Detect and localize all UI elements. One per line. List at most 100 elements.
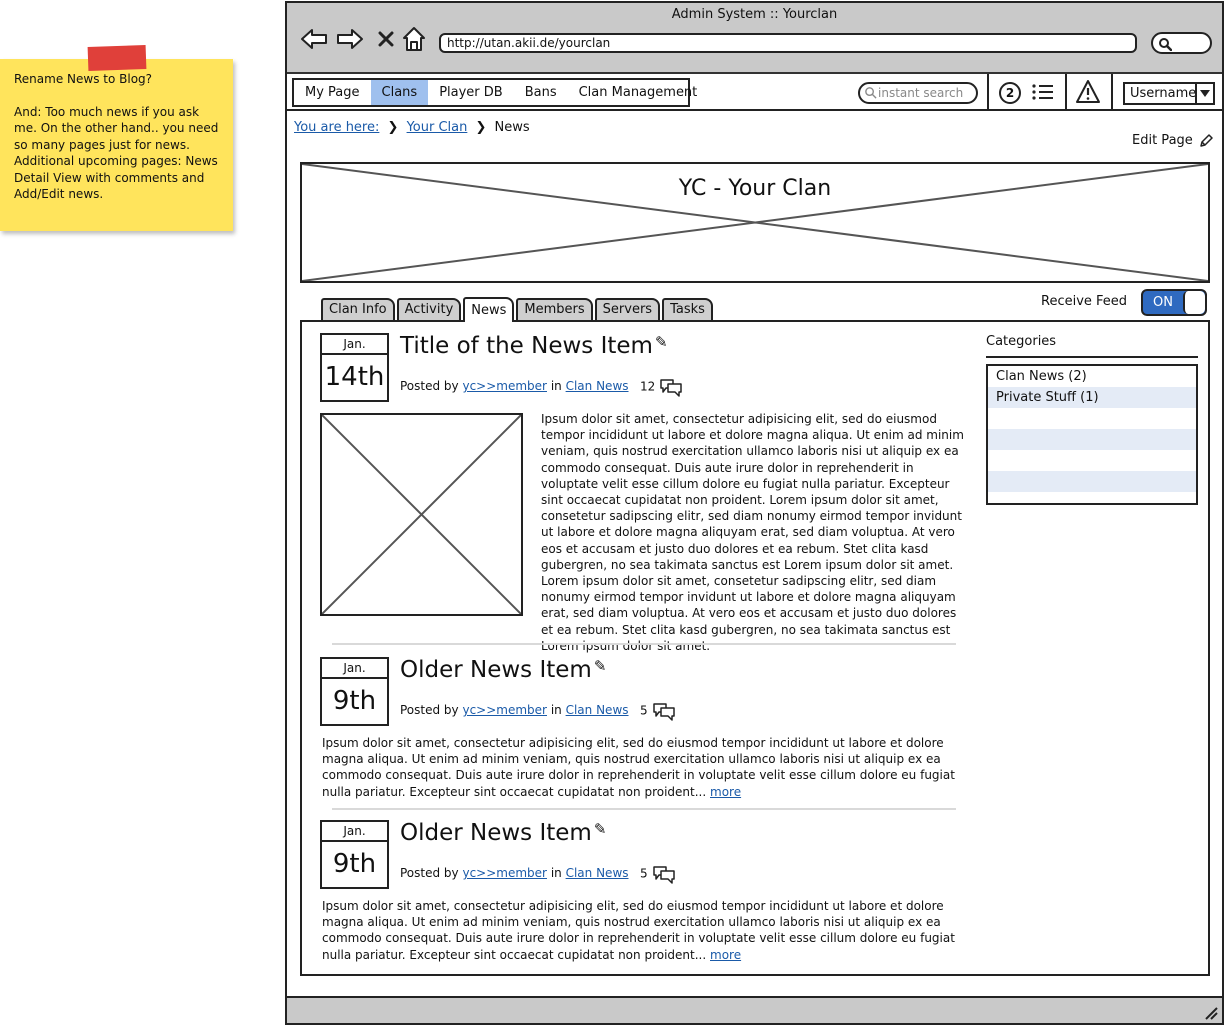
sticky-tape bbox=[87, 44, 147, 72]
stop-icon[interactable] bbox=[371, 25, 401, 53]
menu-item-my-page[interactable]: My Page bbox=[294, 80, 371, 105]
date-day: 9th bbox=[332, 686, 377, 716]
clan-banner-placeholder: YC - Your Clan bbox=[300, 162, 1210, 283]
date-box: Jan. 9th bbox=[320, 657, 389, 726]
categories-list: Clan News (2) Private Stuff (1) bbox=[986, 364, 1198, 505]
receive-feed-toggle[interactable]: ON bbox=[1141, 289, 1207, 316]
comment-count[interactable]: 5 bbox=[640, 864, 676, 884]
instant-search-placeholder: instant search bbox=[878, 86, 964, 100]
author-link[interactable]: yc>>member bbox=[462, 703, 547, 717]
forward-arrow-icon[interactable] bbox=[335, 25, 365, 53]
news-content-panel: Jan. 14th Title of the News Item ✎ Posted… bbox=[300, 320, 1210, 976]
menu-item-clans[interactable]: Clans bbox=[370, 80, 429, 105]
toggle-state-label: ON bbox=[1153, 295, 1173, 310]
category-item[interactable]: Clan News (2) bbox=[988, 366, 1196, 387]
pencil-icon[interactable]: ✎ bbox=[594, 657, 607, 675]
list-icon[interactable] bbox=[1031, 82, 1055, 106]
tab-tasks[interactable]: Tasks bbox=[662, 298, 713, 320]
date-day: 9th bbox=[332, 849, 377, 879]
date-box: Jan. 9th bbox=[320, 820, 389, 889]
news-separator bbox=[332, 643, 956, 645]
news-item: Jan. 9th Older News Item ✎ Posted by yc>>… bbox=[320, 657, 968, 807]
date-box: Jan. 14th bbox=[320, 333, 389, 402]
browser-search-field[interactable] bbox=[1151, 32, 1212, 54]
image-placeholder-cross bbox=[321, 414, 522, 615]
news-item: Jan. 14th Title of the News Item ✎ Posted… bbox=[320, 333, 968, 653]
url-bar[interactable]: http://utan.akii.de/yourclan bbox=[439, 33, 1137, 53]
categories-divider bbox=[986, 356, 1198, 358]
edit-page-label: Edit Page bbox=[1132, 133, 1193, 148]
browser-chrome: Admin System :: Yourclan http://utan.aki… bbox=[287, 3, 1222, 74]
date-month: Jan. bbox=[322, 335, 387, 355]
instant-search-input[interactable]: instant search bbox=[858, 82, 978, 104]
news-image-placeholder bbox=[320, 413, 523, 616]
news-item: Jan. 9th Older News Item ✎ Posted by yc>>… bbox=[320, 820, 968, 970]
comment-count[interactable]: 12 bbox=[640, 377, 683, 397]
category-empty-row bbox=[988, 408, 1196, 429]
date-month: Jan. bbox=[322, 659, 387, 679]
news-meta: Posted by yc>>member in Clan News bbox=[400, 866, 629, 880]
news-title[interactable]: Title of the News Item ✎ bbox=[400, 333, 668, 359]
sticky-note: Rename News to Blog? And: Too much news … bbox=[0, 44, 233, 231]
breadcrumb-item-news: News bbox=[494, 120, 530, 135]
menu-item-bans[interactable]: Bans bbox=[514, 80, 568, 105]
chevron-down-icon bbox=[1195, 84, 1213, 103]
username-dropdown[interactable]: Username bbox=[1123, 82, 1215, 105]
sticky-note-title: Rename News to Blog? bbox=[14, 72, 153, 86]
toggle-knob bbox=[1183, 291, 1205, 314]
clan-title: YC - Your Clan bbox=[302, 176, 1208, 201]
category-link[interactable]: Clan News bbox=[566, 379, 629, 393]
tab-activity[interactable]: Activity bbox=[396, 298, 462, 320]
edit-page-button[interactable]: Edit Page bbox=[1132, 133, 1213, 148]
menu-item-player-db[interactable]: Player DB bbox=[428, 80, 514, 105]
window-title: Admin System :: Yourclan bbox=[671, 7, 838, 22]
chevron-right-icon: ❯ bbox=[475, 120, 487, 135]
warning-icon[interactable] bbox=[1075, 79, 1101, 109]
news-title[interactable]: Older News Item ✎ bbox=[400, 657, 606, 683]
pencil-icon[interactable]: ✎ bbox=[594, 820, 607, 838]
status-bar bbox=[287, 996, 1222, 1023]
home-icon[interactable] bbox=[399, 25, 429, 53]
news-meta: Posted by yc>>member in Clan News bbox=[400, 703, 629, 717]
breadcrumb: You are here: ❯ Your Clan ❯ News bbox=[294, 120, 534, 135]
resize-grip-icon[interactable] bbox=[1202, 1004, 1218, 1020]
tab-news[interactable]: News bbox=[463, 297, 515, 322]
more-link[interactable]: more bbox=[710, 948, 741, 962]
category-empty-row bbox=[988, 429, 1196, 450]
news-body: Ipsum dolor sit amet, consectetur adipis… bbox=[541, 412, 964, 653]
tab-servers[interactable]: Servers bbox=[594, 298, 661, 320]
chevron-right-icon: ❯ bbox=[387, 120, 399, 135]
nav-divider bbox=[1065, 74, 1067, 109]
category-link[interactable]: Clan News bbox=[566, 866, 629, 880]
username-label: Username bbox=[1130, 86, 1197, 101]
sticky-note-text: And: Too much news if you ask me. On the… bbox=[14, 104, 219, 202]
pencil-icon[interactable]: ✎ bbox=[655, 333, 668, 351]
tab-members[interactable]: Members bbox=[516, 298, 593, 320]
news-meta: Posted by yc>>member in Clan News bbox=[400, 379, 629, 393]
comment-count[interactable]: 5 bbox=[640, 701, 676, 721]
news-separator bbox=[332, 808, 956, 810]
comments-icon bbox=[652, 703, 675, 721]
top-nav: My Page Clans Player DB Bans Clan Manage… bbox=[287, 74, 1222, 111]
categories-heading: Categories bbox=[986, 334, 1057, 349]
author-link[interactable]: yc>>member bbox=[462, 866, 547, 880]
comments-icon bbox=[660, 379, 683, 397]
category-empty-row bbox=[988, 471, 1196, 492]
category-item[interactable]: Private Stuff (1) bbox=[988, 387, 1196, 408]
main-menu: My Page Clans Player DB Bans Clan Manage… bbox=[292, 78, 697, 107]
more-link[interactable]: more bbox=[710, 785, 741, 799]
notification-count-badge[interactable]: 2 bbox=[999, 82, 1021, 104]
back-arrow-icon[interactable] bbox=[299, 25, 329, 53]
pencil-icon bbox=[1200, 133, 1213, 147]
breadcrumb-item-your-clan[interactable]: Your Clan bbox=[407, 120, 468, 135]
menu-item-clan-management[interactable]: Clan Management bbox=[568, 80, 709, 105]
author-link[interactable]: yc>>member bbox=[462, 379, 547, 393]
news-title[interactable]: Older News Item ✎ bbox=[400, 820, 606, 846]
nav-divider bbox=[1111, 74, 1113, 109]
receive-feed-label: Receive Feed bbox=[1041, 294, 1128, 309]
category-link[interactable]: Clan News bbox=[566, 703, 629, 717]
tab-clan-info[interactable]: Clan Info bbox=[321, 298, 395, 320]
date-day: 14th bbox=[324, 362, 385, 392]
search-icon bbox=[865, 87, 877, 99]
breadcrumb-prefix[interactable]: You are here: bbox=[294, 120, 379, 135]
